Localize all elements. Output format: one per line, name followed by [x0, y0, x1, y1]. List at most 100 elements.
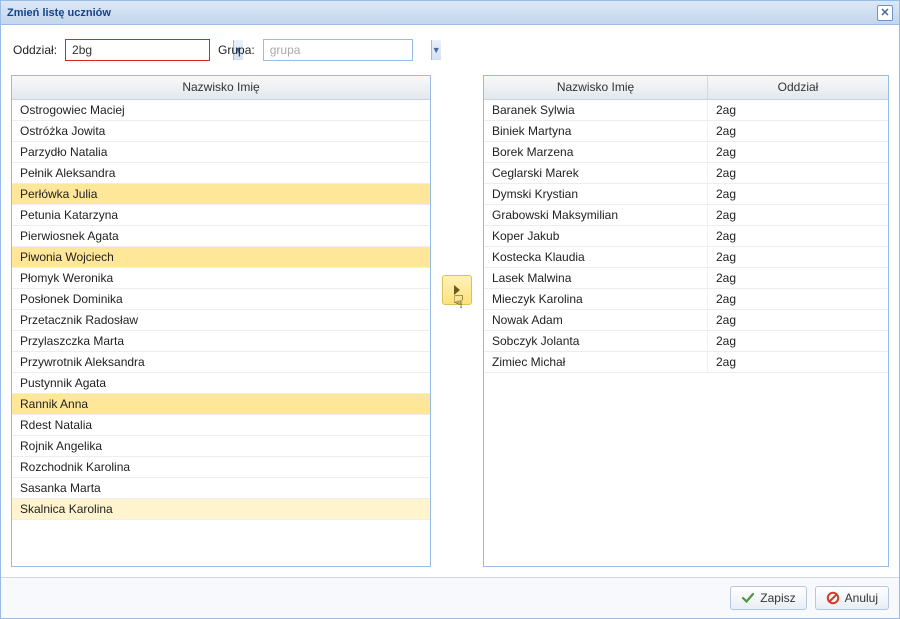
- col-department[interactable]: Oddział: [708, 76, 888, 99]
- table-row[interactable]: Mieczyk Karolina2ag: [484, 289, 888, 310]
- oddzial-label: Oddział:: [13, 43, 57, 57]
- cell-name: Płomyk Weronika: [12, 268, 430, 288]
- dialog-content: Oddział: ▼ Grupa: ▼ Nazwisko Imię: [1, 25, 899, 577]
- grupa-combo[interactable]: ▼: [263, 39, 413, 61]
- target-grid-header: Nazwisko Imię Oddział: [484, 76, 888, 100]
- close-icon: ✕: [880, 7, 889, 19]
- table-row[interactable]: Baranek Sylwia2ag: [484, 100, 888, 121]
- grupa-input[interactable]: [264, 40, 431, 60]
- cell-department: 2ag: [708, 184, 888, 204]
- table-row[interactable]: Koper Jakub2ag: [484, 226, 888, 247]
- cell-name: Ceglarski Marek: [484, 163, 708, 183]
- save-button-label: Zapisz: [760, 591, 795, 605]
- table-row[interactable]: Zimiec Michał2ag: [484, 352, 888, 373]
- table-row[interactable]: Biniek Martyna2ag: [484, 121, 888, 142]
- source-grid-body[interactable]: Ostrogowiec MaciejOstróżka JowitaParzydł…: [12, 100, 430, 566]
- cancel-button-label: Anuluj: [845, 591, 878, 605]
- cell-name: Rdest Natalia: [12, 415, 430, 435]
- table-row[interactable]: Borek Marzena2ag: [484, 142, 888, 163]
- arrow-right-icon: [452, 285, 462, 295]
- cell-name: Borek Marzena: [484, 142, 708, 162]
- col-name[interactable]: Nazwisko Imię: [12, 76, 430, 99]
- cell-name: Ostrogowiec Maciej: [12, 100, 430, 120]
- chevron-down-icon: ▼: [432, 45, 441, 55]
- table-row[interactable]: Przywrotnik Aleksandra: [12, 352, 430, 373]
- cursor-hand-icon: ☟: [453, 292, 464, 313]
- cell-name: Przylaszczka Marta: [12, 331, 430, 351]
- cell-name: Posłonek Dominika: [12, 289, 430, 309]
- cell-name: Pełnik Aleksandra: [12, 163, 430, 183]
- cell-name: Pustynnik Agata: [12, 373, 430, 393]
- cancel-button[interactable]: Anuluj: [815, 586, 889, 610]
- table-row[interactable]: Pustynnik Agata: [12, 373, 430, 394]
- cell-name: Nowak Adam: [484, 310, 708, 330]
- table-row[interactable]: Perłówka Julia: [12, 184, 430, 205]
- oddzial-combo[interactable]: ▼: [65, 39, 210, 61]
- table-row[interactable]: Petunia Katarzyna: [12, 205, 430, 226]
- table-row[interactable]: Ceglarski Marek2ag: [484, 163, 888, 184]
- cell-department: 2ag: [708, 247, 888, 267]
- cell-name: Petunia Katarzyna: [12, 205, 430, 225]
- oddzial-input[interactable]: [66, 40, 233, 60]
- cell-name: Perłówka Julia: [12, 184, 430, 204]
- close-button[interactable]: ✕: [877, 5, 893, 21]
- cell-name: Przywrotnik Aleksandra: [12, 352, 430, 372]
- cell-department: 2ag: [708, 163, 888, 183]
- cell-name: Dymski Krystian: [484, 184, 708, 204]
- table-row[interactable]: Ostróżka Jowita: [12, 121, 430, 142]
- cell-department: 2ag: [708, 205, 888, 225]
- table-row[interactable]: Rannik Anna: [12, 394, 430, 415]
- table-row[interactable]: Pierwiosnek Agata: [12, 226, 430, 247]
- table-row[interactable]: Kostecka Klaudia2ag: [484, 247, 888, 268]
- cell-department: 2ag: [708, 121, 888, 141]
- cell-name: Parzydło Natalia: [12, 142, 430, 162]
- transfer-right-button[interactable]: ☟: [442, 275, 472, 305]
- dialog-title: Zmień listę uczniów: [7, 7, 111, 19]
- table-row[interactable]: Piwonia Wojciech: [12, 247, 430, 268]
- table-row[interactable]: Przylaszczka Marta: [12, 331, 430, 352]
- cell-name: Rozchodnik Karolina: [12, 457, 430, 477]
- table-row[interactable]: Ostrogowiec Maciej: [12, 100, 430, 121]
- target-grid: Nazwisko Imię Oddział Baranek Sylwia2agB…: [483, 75, 889, 567]
- title-bar: Zmień listę uczniów ✕: [1, 1, 899, 25]
- forbidden-icon: [826, 591, 840, 605]
- col-name[interactable]: Nazwisko Imię: [484, 76, 708, 99]
- cell-department: 2ag: [708, 352, 888, 372]
- cell-name: Baranek Sylwia: [484, 100, 708, 120]
- table-row[interactable]: Przetacznik Radosław: [12, 310, 430, 331]
- table-row[interactable]: Rojnik Angelika: [12, 436, 430, 457]
- table-row[interactable]: Skalnica Karolina: [12, 499, 430, 520]
- cell-name: Sobczyk Jolanta: [484, 331, 708, 351]
- cell-name: Rojnik Angelika: [12, 436, 430, 456]
- source-grid: Nazwisko Imię Ostrogowiec MaciejOstróżka…: [11, 75, 431, 567]
- cell-department: 2ag: [708, 289, 888, 309]
- table-row[interactable]: Posłonek Dominika: [12, 289, 430, 310]
- cell-name: Skalnica Karolina: [12, 499, 430, 519]
- table-row[interactable]: Dymski Krystian2ag: [484, 184, 888, 205]
- cell-name: Lasek Malwina: [484, 268, 708, 288]
- transfer-column: ☟: [437, 75, 477, 567]
- cell-department: 2ag: [708, 142, 888, 162]
- cell-name: Sasanka Marta: [12, 478, 430, 498]
- save-button[interactable]: Zapisz: [730, 586, 806, 610]
- table-row[interactable]: Grabowski Maksymilian2ag: [484, 205, 888, 226]
- table-row[interactable]: Sasanka Marta: [12, 478, 430, 499]
- grupa-trigger[interactable]: ▼: [431, 40, 441, 60]
- cell-department: 2ag: [708, 331, 888, 351]
- table-row[interactable]: Lasek Malwina2ag: [484, 268, 888, 289]
- table-row[interactable]: Rdest Natalia: [12, 415, 430, 436]
- grupa-label: Grupa:: [218, 43, 255, 57]
- table-row[interactable]: Sobczyk Jolanta2ag: [484, 331, 888, 352]
- cell-name: Rannik Anna: [12, 394, 430, 414]
- table-row[interactable]: Parzydło Natalia: [12, 142, 430, 163]
- cell-department: 2ag: [708, 226, 888, 246]
- target-grid-body[interactable]: Baranek Sylwia2agBiniek Martyna2agBorek …: [484, 100, 888, 566]
- table-row[interactable]: Rozchodnik Karolina: [12, 457, 430, 478]
- table-row[interactable]: Nowak Adam2ag: [484, 310, 888, 331]
- cell-name: Mieczyk Karolina: [484, 289, 708, 309]
- dialog-footer: Zapisz Anuluj: [1, 577, 899, 618]
- table-row[interactable]: Pełnik Aleksandra: [12, 163, 430, 184]
- table-row[interactable]: Płomyk Weronika: [12, 268, 430, 289]
- filter-row: Oddział: ▼ Grupa: ▼: [11, 35, 889, 65]
- cell-name: Zimiec Michał: [484, 352, 708, 372]
